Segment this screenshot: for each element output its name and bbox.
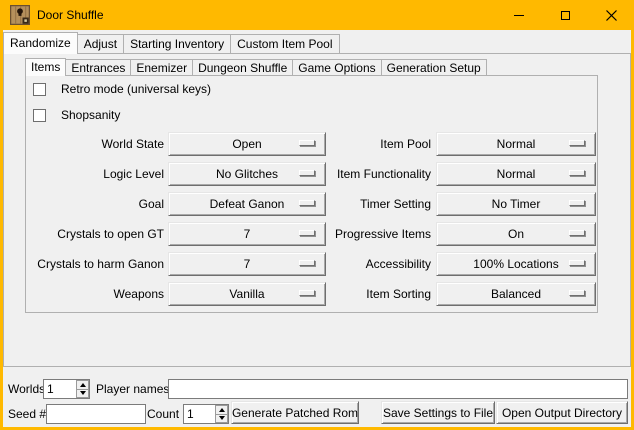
goal-value: Defeat Ganon <box>210 197 285 211</box>
minimize-icon <box>514 15 524 16</box>
progressive-items-label: Progressive Items <box>276 227 431 241</box>
items-tab-pane: Retro mode (universal keys) Shopsanity W… <box>25 75 598 313</box>
retro-mode-label: Retro mode (universal keys) <box>61 82 211 96</box>
timer-setting-row: Timer Setting No Timer <box>276 192 596 216</box>
tab-generation-setup[interactable]: Generation Setup <box>381 59 487 75</box>
worlds-spinbox <box>43 379 90 399</box>
worlds-input[interactable] <box>44 380 75 398</box>
arrow-up-icon <box>80 383 86 387</box>
crystals-harm-ganon-value: 7 <box>244 257 251 271</box>
seed-label: Seed # <box>8 404 46 424</box>
progressive-items-dropdown[interactable]: On <box>436 222 596 246</box>
count-input[interactable] <box>184 405 214 423</box>
dropdown-indicator-icon <box>569 140 585 146</box>
open-output-directory-button[interactable]: Open Output Directory <box>496 401 628 424</box>
count-spinbox <box>183 404 229 424</box>
retro-mode-checkbox[interactable] <box>33 83 46 96</box>
window-title: Door Shuffle <box>37 8 104 22</box>
progressive-items-value: On <box>508 227 524 241</box>
tab-game-options[interactable]: Game Options <box>292 59 381 75</box>
arrow-down-icon <box>219 416 225 420</box>
worlds-label: Worlds <box>8 379 45 399</box>
item-sorting-dropdown[interactable]: Balanced <box>436 282 596 306</box>
item-pool-value: Normal <box>497 137 536 151</box>
main-tab-bar: Randomize Adjust Starting Inventory Cust… <box>3 31 339 53</box>
tab-starting-inventory[interactable]: Starting Inventory <box>123 34 231 53</box>
count-label: Count <box>147 404 179 424</box>
worlds-spin-down-button[interactable] <box>76 389 89 399</box>
item-pool-row: Item Pool Normal <box>276 132 596 156</box>
count-spin-buttons <box>215 405 228 423</box>
logic-level-value: No Glitches <box>216 167 278 181</box>
crystals-harm-ganon-label: Crystals to harm Ganon <box>26 257 164 271</box>
world-state-value: Open <box>232 137 261 151</box>
timer-setting-label: Timer Setting <box>276 197 431 211</box>
retro-mode-row: Retro mode (universal keys) <box>33 82 211 96</box>
save-settings-button[interactable]: Save Settings to File <box>381 401 495 424</box>
count-spin-down-button[interactable] <box>215 414 228 424</box>
arrow-up-icon <box>219 408 225 412</box>
tab-dungeon-shuffle[interactable]: Dungeon Shuffle <box>192 59 293 75</box>
shopsanity-row: Shopsanity <box>33 108 120 122</box>
options-column-right: Item Pool Normal Item Functionality Norm… <box>276 132 596 312</box>
item-functionality-dropdown[interactable]: Normal <box>436 162 596 186</box>
shopsanity-label: Shopsanity <box>61 108 120 122</box>
tab-custom-item-pool[interactable]: Custom Item Pool <box>230 34 339 53</box>
door-icon <box>10 5 30 25</box>
dropdown-indicator-icon <box>569 170 585 176</box>
shopsanity-checkbox[interactable] <box>33 109 46 122</box>
item-sorting-label: Item Sorting <box>276 287 431 301</box>
worlds-spin-buttons <box>76 380 89 398</box>
tab-randomize[interactable]: Randomize <box>3 32 78 54</box>
window-body: Randomize Adjust Starting Inventory Cust… <box>3 30 631 427</box>
accessibility-dropdown[interactable]: 100% Locations <box>436 252 596 276</box>
app-window: Door Shuffle Randomize Adjust Starting I… <box>0 0 634 430</box>
dropdown-indicator-icon <box>569 230 585 236</box>
crystals-open-gt-label: Crystals to open GT <box>26 227 164 241</box>
tab-items[interactable]: Items <box>25 58 66 76</box>
item-pool-label: Item Pool <box>276 137 431 151</box>
tab-entrances[interactable]: Entrances <box>65 59 131 75</box>
minimize-button[interactable] <box>496 0 542 30</box>
weapons-label: Weapons <box>26 287 164 301</box>
generate-patched-rom-button[interactable]: Generate Patched Rom <box>231 401 359 424</box>
item-functionality-value: Normal <box>497 167 536 181</box>
logic-level-label: Logic Level <box>26 167 164 181</box>
item-functionality-label: Item Functionality <box>276 167 431 181</box>
accessibility-value: 100% Locations <box>473 257 558 271</box>
weapons-value: Vanilla <box>229 287 264 301</box>
item-functionality-row: Item Functionality Normal <box>276 162 596 186</box>
world-state-label: World State <box>26 137 164 151</box>
dropdown-indicator-icon <box>569 200 585 206</box>
timer-setting-dropdown[interactable]: No Timer <box>436 192 596 216</box>
close-button[interactable] <box>588 0 634 30</box>
dropdown-indicator-icon <box>569 260 585 266</box>
item-sorting-value: Balanced <box>491 287 541 301</box>
goal-label: Goal <box>26 197 164 211</box>
dropdown-indicator-icon <box>569 290 585 296</box>
sub-tab-bar: Items Entrances Enemizer Dungeon Shuffle… <box>25 57 486 75</box>
item-sorting-row: Item Sorting Balanced <box>276 282 596 306</box>
maximize-icon <box>561 11 570 20</box>
progressive-items-row: Progressive Items On <box>276 222 596 246</box>
accessibility-label: Accessibility <box>276 257 431 271</box>
caption-buttons <box>496 0 634 30</box>
player-names-label: Player names <box>96 379 169 399</box>
player-names-input[interactable] <box>168 379 628 399</box>
tab-enemizer[interactable]: Enemizer <box>130 59 193 75</box>
maximize-button[interactable] <box>542 0 588 30</box>
arrow-down-icon <box>80 391 86 395</box>
close-icon <box>606 10 617 21</box>
crystals-open-gt-value: 7 <box>244 227 251 241</box>
timer-setting-value: No Timer <box>492 197 541 211</box>
seed-input[interactable] <box>46 404 146 424</box>
accessibility-row: Accessibility 100% Locations <box>276 252 596 276</box>
titlebar: Door Shuffle <box>0 0 634 30</box>
tab-adjust[interactable]: Adjust <box>77 34 124 53</box>
item-pool-dropdown[interactable]: Normal <box>436 132 596 156</box>
